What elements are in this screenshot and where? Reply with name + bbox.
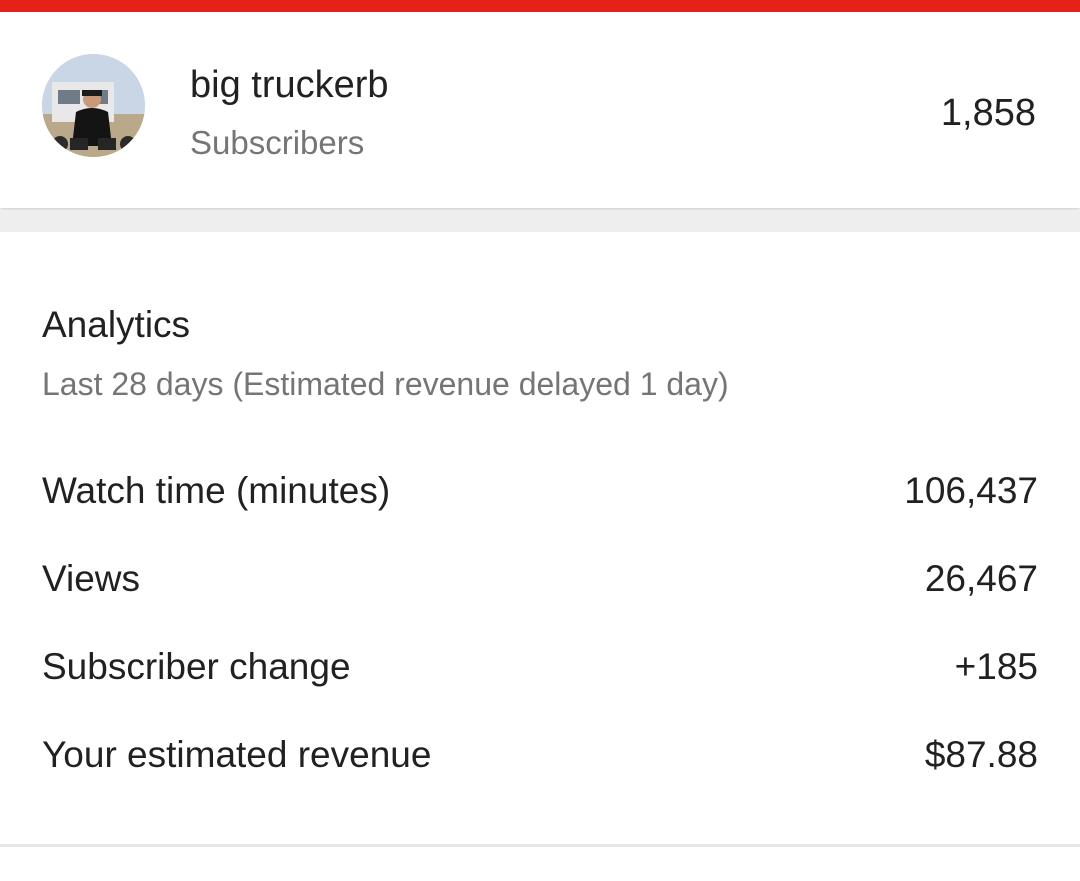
- channel-avatar-photo-icon: [42, 54, 145, 157]
- analytics-card[interactable]: Analytics Last 28 days (Estimated revenu…: [0, 232, 1080, 847]
- channel-avatar[interactable]: [42, 54, 145, 157]
- channel-card[interactable]: big truckerb Subscribers 1,858: [0, 12, 1080, 208]
- top-accent-bar: [0, 0, 1080, 12]
- section-divider: [0, 210, 1080, 232]
- metric-label: Watch time (minutes): [42, 470, 391, 511]
- metric-row-watch-time[interactable]: Watch time (minutes) 106,437: [42, 470, 1038, 530]
- subscribers-label: Subscribers: [190, 124, 365, 161]
- metric-value: $87.88: [924, 734, 1038, 775]
- metric-label: Your estimated revenue: [42, 734, 432, 775]
- metric-row-views[interactable]: Views 26,467: [42, 558, 1038, 618]
- metric-row-estimated-revenue[interactable]: Your estimated revenue $87.88: [42, 734, 1038, 794]
- metric-value: 106,437: [904, 470, 1038, 511]
- metric-row-subscriber-change[interactable]: Subscriber change +185: [42, 646, 1038, 706]
- analytics-subtitle: Last 28 days (Estimated revenue delayed …: [42, 366, 729, 402]
- metric-value: +185: [954, 646, 1038, 687]
- analytics-title: Analytics: [42, 304, 191, 345]
- metric-label: Views: [42, 558, 141, 599]
- metric-label: Subscriber change: [42, 646, 351, 687]
- metric-value: 26,467: [924, 558, 1038, 599]
- channel-name: big truckerb: [190, 64, 389, 106]
- subscriber-count: 1,858: [940, 92, 1036, 134]
